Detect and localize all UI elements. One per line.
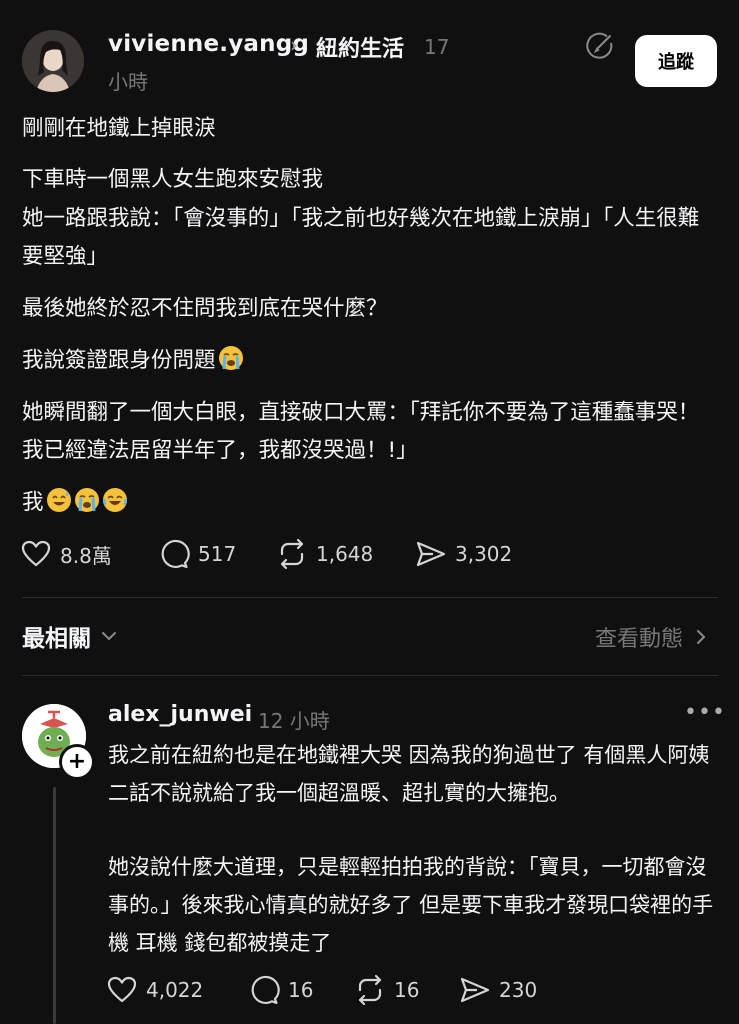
activity-label: 查看動態 — [594, 627, 683, 652]
comment-paragraph-1: 我之前在紐約也是在地鐵裡大哭 因為我的狗過世了 有個黑人阿姨二話不說就給了我一個… — [108, 743, 710, 805]
loudly-crying-face-icon — [74, 488, 99, 512]
post-paragraph-7: 我 — [22, 484, 722, 522]
comment-button[interactable]: 517 — [158, 538, 236, 570]
community-name[interactable]: 紐約生活 — [316, 31, 404, 63]
more-options-icon[interactable]: ••• — [684, 700, 726, 725]
repost-count: 1,648 — [316, 542, 374, 566]
post-action-bar: 8.8萬 517 1,648 3,302 — [0, 538, 739, 574]
post-paragraph-3: 她一路跟我說：「會沒事的」「我之前也好幾次在地鐵上淚崩」「人生很難要堅強」 — [22, 206, 700, 269]
comment-like-button[interactable]: 4,022 — [106, 974, 203, 1006]
comment-like-count: 4,022 — [146, 978, 204, 1002]
post-paragraph-7-text: 我 — [22, 490, 44, 515]
divider — [22, 675, 718, 676]
loudly-crying-face-icon — [218, 346, 243, 370]
post-paragraph-5-text: 我說簽證跟身份問題 — [22, 348, 216, 373]
comment-action-bar: 4,022 16 16 230 — [0, 974, 739, 1010]
repost-icon — [358, 974, 382, 1006]
post-paragraph-6: 她瞬間翻了一個大白眼，直接破口大罵：「拜託你不要為了這種蠢事哭！我已經違法居留半… — [22, 400, 700, 463]
post-paragraph-1: 剛剛在地鐵上掉眼淚 — [22, 116, 216, 141]
comment-share-button[interactable]: 230 — [459, 974, 537, 1006]
comment-time: 12 小時 — [258, 709, 330, 733]
repost-icon — [280, 538, 304, 570]
repost-button[interactable]: 1,648 — [276, 538, 373, 570]
comment-bubble-icon — [161, 539, 190, 569]
comment-repost-count: 16 — [394, 978, 420, 1002]
sort-dropdown[interactable]: 最相關 — [22, 619, 119, 653]
follow-button[interactable]: 追蹤 — [635, 35, 717, 87]
author-avatar[interactable] — [22, 30, 84, 92]
send-icon — [416, 541, 446, 567]
post-time-number: 17 — [424, 35, 450, 59]
tears-of-joy-face-icon — [102, 488, 127, 512]
send-icon — [460, 977, 490, 1003]
edit-circle-icon[interactable] — [585, 31, 615, 61]
comment-reply-count: 16 — [288, 978, 314, 1002]
comment-reply-button[interactable]: 16 — [248, 974, 313, 1006]
sort-label: 最相關 — [22, 626, 91, 652]
comment-repost-button[interactable]: 16 — [354, 974, 419, 1006]
share-button[interactable]: 3,302 — [415, 538, 512, 570]
heart-icon — [21, 540, 51, 567]
chevron-right-icon — [697, 630, 706, 644]
comment-bubble-icon — [251, 975, 280, 1005]
author-username[interactable]: vivienne.yangg — [108, 31, 309, 57]
share-count: 3,302 — [455, 542, 513, 566]
post-paragraph-5: 我說簽證跟身份問題 — [22, 342, 722, 380]
like-count: 8.8萬 — [60, 543, 112, 568]
comment-count: 517 — [198, 542, 237, 566]
post-paragraph-2: 下車時一個黑人女生跑來安慰我 — [22, 167, 324, 192]
post-paragraph-4: 最後她終於忍不住問我到底在哭什麼？ — [22, 296, 388, 321]
comment-paragraph-2: 她沒說什麼大道理，只是輕輕拍拍我的背說：「寶貝，一切都會沒事的。」後來我心情真的… — [108, 855, 714, 955]
divider — [22, 597, 718, 598]
view-activity-link[interactable]: 查看動態 — [595, 621, 709, 653]
commenter-username[interactable]: alex_junwei — [108, 702, 252, 727]
chevron-down-icon — [102, 632, 116, 641]
like-button[interactable]: 8.8萬 — [20, 538, 112, 570]
post-time-unit: 小時 — [108, 70, 148, 94]
follow-plus-icon[interactable]: + — [59, 744, 95, 780]
comment-share-count: 230 — [499, 978, 538, 1002]
sweat-smile-face-icon — [46, 488, 71, 512]
heart-icon — [107, 976, 137, 1003]
breadcrumb-chevron-icon: › — [290, 33, 298, 57]
